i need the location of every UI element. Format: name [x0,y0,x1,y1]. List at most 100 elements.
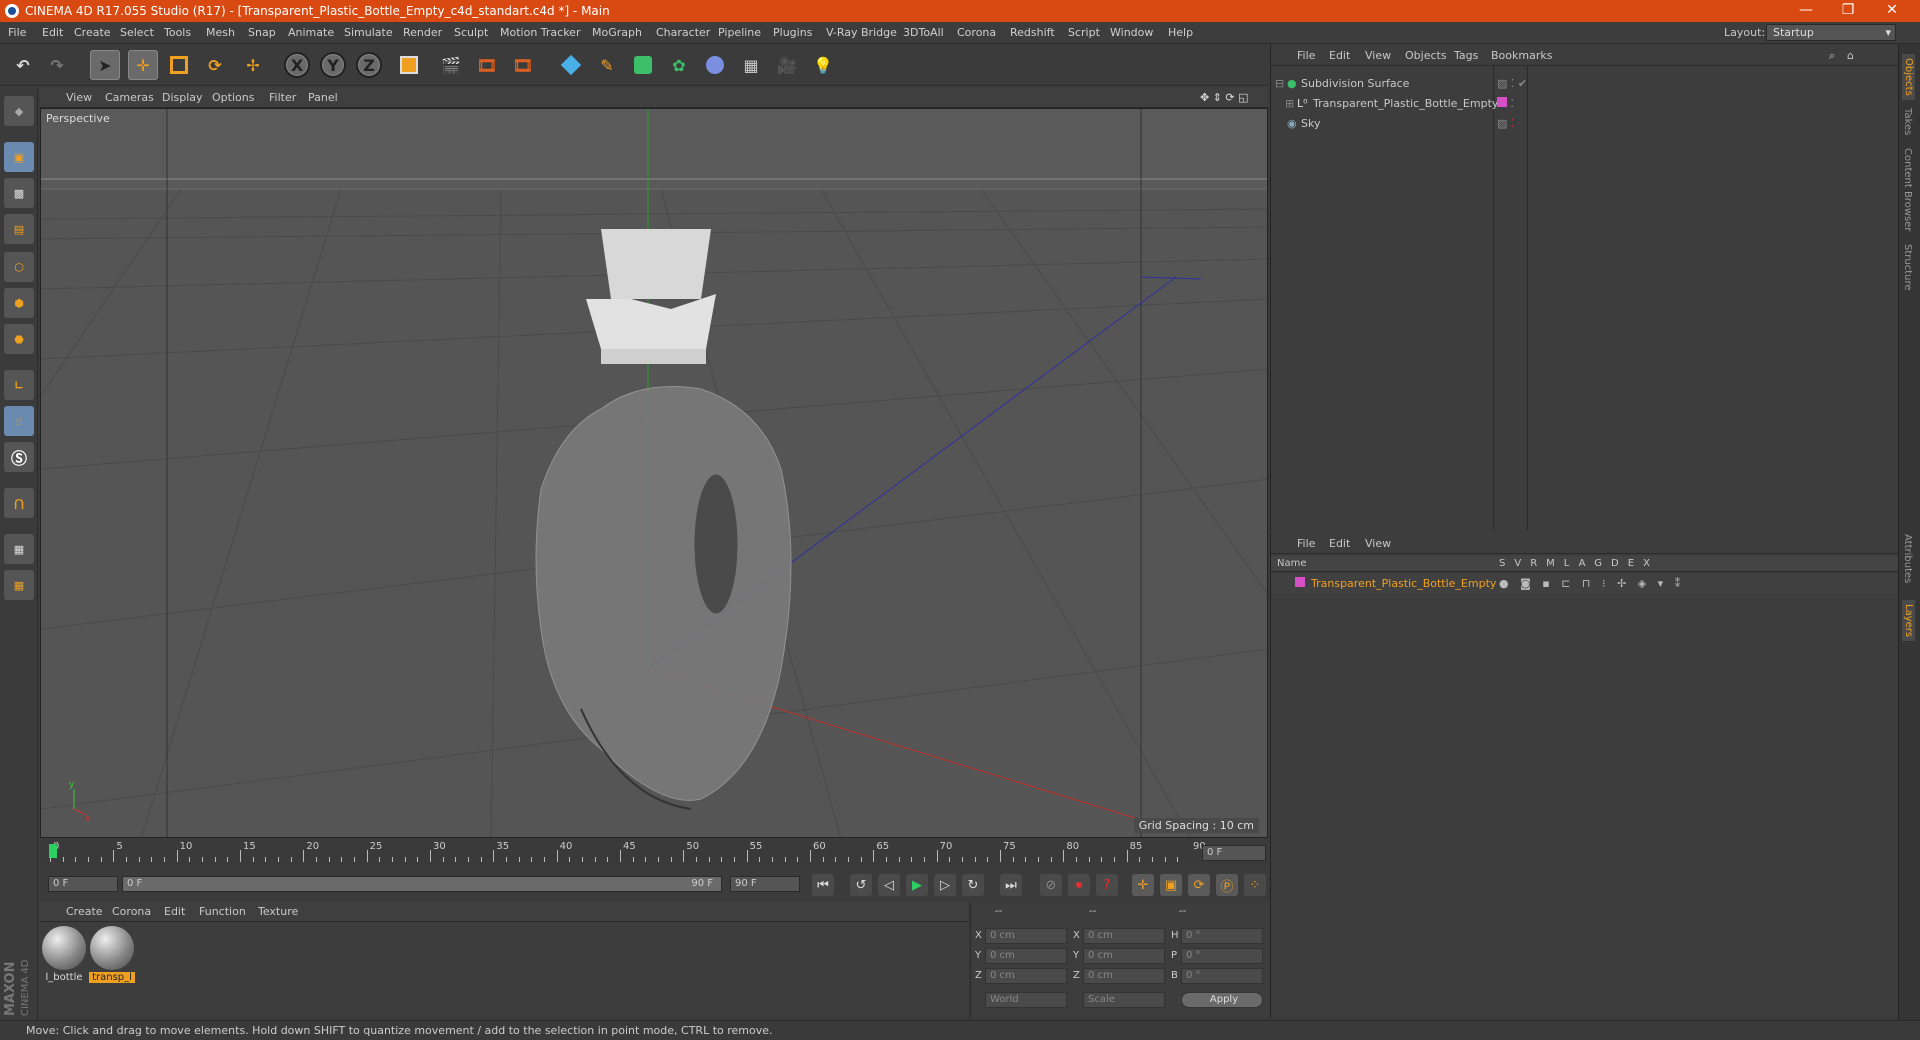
floor-icon[interactable]: ▦ [736,50,766,80]
obj-menu-objects[interactable]: Objects [1405,49,1447,62]
layer-menu-edit[interactable]: Edit [1329,537,1350,550]
start-frame-field[interactable]: 0 F [48,876,118,892]
move-icon[interactable]: ✛ [128,50,158,80]
layer-color-swatch[interactable]: ⁚ [1497,97,1514,110]
menu-mograph[interactable]: MoGraph [592,26,642,39]
size-mode-select[interactable]: Scale [1083,992,1165,1008]
menu-mesh[interactable]: Mesh [206,26,235,39]
object-row[interactable]: ◉ Sky ▨ ⁚ [1271,114,1899,134]
menu-3dtoall[interactable]: 3DToAll [903,26,944,39]
restore-button[interactable]: ❐ [1828,2,1868,18]
coordinate-space-select[interactable]: World [985,992,1067,1008]
x-axis-button[interactable]: X [284,52,310,78]
size-y-field[interactable]: 0 cm [1083,948,1165,964]
prev-key-icon[interactable]: ↺ [850,874,872,896]
viewport-nav-icons[interactable]: ✥ ⇕ ⟳ ◱ [1200,91,1249,104]
make-editable-icon[interactable]: ◆ [4,96,34,126]
menu-tools[interactable]: Tools [164,26,191,39]
material-menu-edit[interactable]: Edit [164,905,185,918]
menu-pipeline[interactable]: Pipeline [718,26,761,39]
object-row[interactable]: ⊞ L⁰ Transparent_Plastic_Bottle_Empty ⁚ [1271,94,1899,114]
material-menu-texture[interactable]: Texture [258,905,298,918]
record-keys-icon[interactable]: ⊘ [1040,874,1062,896]
apply-button[interactable]: Apply [1181,992,1263,1008]
planar-workplane-icon[interactable]: ▦ [4,570,34,600]
menu-vray-bridge[interactable]: V-Ray Bridge [826,26,897,39]
transform-icon[interactable]: ✢ [238,50,268,80]
coordinate-system-icon[interactable] [394,50,424,80]
pen-spline-icon[interactable]: ✎ [592,50,622,80]
tab-objects[interactable]: Objects [1902,54,1915,100]
viewport-menu-panel[interactable]: Panel [308,91,338,104]
home-icon[interactable]: ⌂ [1847,49,1854,62]
material-swatch[interactable] [90,926,134,970]
material-menu-create[interactable]: Create [66,905,103,918]
viewport-menu-display[interactable]: Display [162,91,203,104]
undo-icon[interactable]: ↶ [8,50,38,80]
key-rotation-icon[interactable]: ⟳ [1188,874,1210,896]
layer-flags-icons[interactable]: ● ◙ ▪ ⊏ ⊓ ⁝ ✢ ◈ ▾ ⁑ [1499,577,1684,590]
mograph-cloner-icon[interactable]: ✿ [664,50,694,80]
camera-icon[interactable]: 🎥 [772,50,802,80]
visibility-dots-icon[interactable]: ▨ ⁚ [1497,117,1514,130]
render-view-icon[interactable]: 🎬 [436,50,466,80]
menu-script[interactable]: Script [1068,26,1100,39]
z-axis-button[interactable]: Z [356,52,382,78]
autokey-icon[interactable]: ⏺ [1068,874,1090,896]
points-mode-icon[interactable]: ⬡ [4,252,34,282]
light-icon[interactable]: 💡 [808,50,838,80]
key-parameter-icon[interactable]: Ⓟ [1216,874,1238,896]
menu-help[interactable]: Help [1168,26,1193,39]
next-frame-icon[interactable]: ▷ [934,874,956,896]
minimize-button[interactable]: — [1786,2,1826,18]
next-key-icon[interactable]: ↻ [962,874,984,896]
magnet-icon[interactable]: ⋂ [4,488,34,518]
object-row[interactable]: ⊟ ● Subdivision Surface ▨ ⁚ ✔ [1271,74,1899,94]
tab-content-browser[interactable]: Content Browser [1902,148,1913,231]
menu-character[interactable]: Character [656,26,710,39]
key-pla-icon[interactable]: ⁘ [1244,874,1266,896]
cube-primitive-icon[interactable] [556,50,586,80]
goto-end-icon[interactable]: ⏭ [1000,874,1022,896]
tab-layers[interactable]: Layers [1902,600,1915,642]
size-x-field[interactable]: 0 cm [1083,928,1165,944]
position-z-field[interactable]: 0 cm [985,968,1067,984]
material-menu-function[interactable]: Function [199,905,246,918]
menu-plugins[interactable]: Plugins [773,26,812,39]
menu-sculpt[interactable]: Sculpt [454,26,488,39]
position-y-field[interactable]: 0 cm [985,948,1067,964]
bottle-model[interactable] [535,229,792,810]
scale-icon[interactable] [164,50,194,80]
menu-motion-tracker[interactable]: Motion Tracker [500,26,580,39]
polygons-mode-icon[interactable]: ⬣ [4,324,34,354]
menu-redshift[interactable]: Redshift [1010,26,1055,39]
keyframe-selection-icon[interactable]: ? [1096,874,1118,896]
viewport-menu-cameras[interactable]: Cameras [105,91,154,104]
tab-attributes[interactable]: Attributes [1902,534,1913,583]
menu-window[interactable]: Window [1110,26,1153,39]
tab-takes[interactable]: Takes [1902,108,1913,135]
workplane-icon[interactable]: ▤ [4,214,34,244]
rotation-b-field[interactable]: 0 ° [1181,968,1263,984]
frame-range-slider[interactable]: 0 F 90 F [122,876,722,892]
expand-icon[interactable]: ⊞ [1285,97,1294,110]
playhead[interactable] [49,844,57,858]
menu-select[interactable]: Select [120,26,154,39]
edges-mode-icon[interactable]: ⬢ [4,288,34,318]
rotate-icon[interactable]: ⟳ [200,50,230,80]
rotation-p-field[interactable]: 0 ° [1181,948,1263,964]
lock-workplane-icon[interactable]: ▦ [4,534,34,564]
perspective-viewport[interactable]: y x Perspective Grid Spacing : 10 cm [40,108,1268,838]
tab-structure[interactable]: Structure [1902,244,1913,291]
layer-color-swatch[interactable] [1295,577,1305,590]
layout-select[interactable]: Startup ▾ [1766,24,1896,41]
play-icon[interactable]: ▶ [906,874,928,896]
obj-menu-edit[interactable]: Edit [1329,49,1350,62]
visibility-dots-icon[interactable]: ▨ ⁚ ✔ [1497,77,1527,90]
render-settings-icon[interactable]: 🎞 [508,50,538,80]
position-x-field[interactable]: 0 cm [985,928,1067,944]
viewport-menu-options[interactable]: Options [212,91,254,104]
goto-start-icon[interactable]: ⏮ [812,874,834,896]
search-icon[interactable]: ⌕ [1829,49,1835,63]
collapse-icon[interactable]: ⊟ [1275,77,1284,90]
